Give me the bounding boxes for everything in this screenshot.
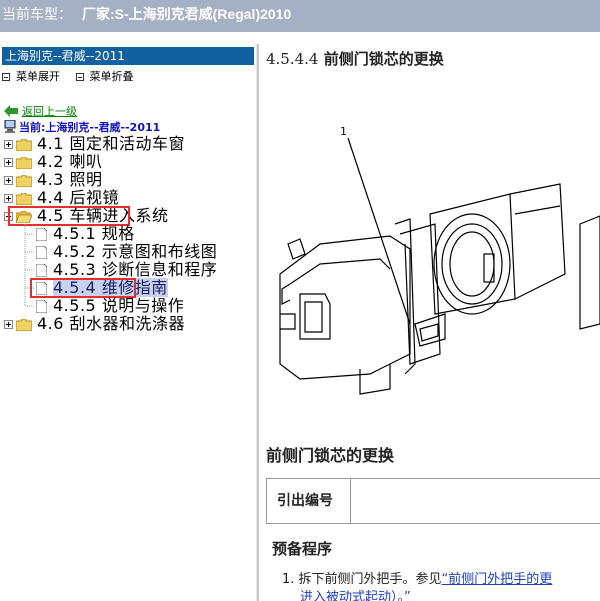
current-label: 当前:上海别克--君威--2011 — [19, 121, 161, 134]
window-titlebar: 当前车型： 厂家:S-上海别克君威(Regal)2010 — [0, 0, 600, 32]
preparation-title: 预备程序 — [272, 540, 333, 558]
folder-icon — [16, 157, 32, 169]
table-header-callout: 引出编号 — [267, 479, 351, 523]
current-node: 当前:上海别克--君威--2011 — [4, 118, 160, 134]
tree-item-label: 4.5.3 诊断信息和程序 — [53, 260, 218, 279]
section-title: 前侧门锁芯的更换 — [266, 446, 395, 465]
expand-all-label: 菜单展开 — [16, 70, 60, 83]
back-arrow-icon — [4, 105, 18, 117]
tree-item-4-6[interactable]: 4.6 刮水器和洗涤器 — [4, 316, 185, 332]
highlight-box — [8, 206, 130, 226]
expand-toggle-icon[interactable] — [4, 140, 13, 149]
model-maker: 厂家:S-上海别克君威(Regal)2010 — [82, 6, 292, 22]
tree-item-label: 4.5.5 说明与操作 — [53, 296, 185, 315]
document-icon — [36, 300, 47, 313]
step-1-link-continuation[interactable]: 进入被动式起动）。” — [300, 586, 411, 601]
heading-text: 前侧门锁芯的更换 — [323, 50, 444, 68]
expand-toggle-icon[interactable] — [4, 158, 13, 167]
back-link[interactable]: 返回上一级 — [22, 105, 77, 118]
document-icon — [36, 228, 47, 241]
highlight-box — [30, 278, 136, 298]
step-1-link[interactable]: “前侧门外把手的更 — [442, 572, 553, 587]
tree-item-4-5-3[interactable]: 4.5.3 诊断信息和程序 — [36, 262, 217, 278]
collapse-all-label: 菜单折叠 — [89, 70, 134, 83]
tree-item-4-3[interactable]: 4.3 照明 — [4, 172, 103, 188]
sidebar-header: 上海别克--君威--2011 — [2, 47, 254, 65]
back-link-row[interactable]: 返回上一级 — [4, 102, 77, 118]
tree-item-4-5-2[interactable]: 4.5.2 示意图和布线图 — [36, 244, 217, 260]
document-icon — [36, 264, 47, 277]
collapse-all-button[interactable]: 菜单折叠 — [75, 70, 134, 83]
tree-item-label: 4.3 照明 — [37, 170, 103, 189]
expand-collapse-bar: 菜单展开 菜单折叠 — [2, 68, 146, 84]
document-icon — [36, 246, 47, 259]
heading-number: 4.5.4.4 — [266, 50, 319, 68]
step-1-text: 1. 拆下前侧门外把手。参见 — [282, 572, 442, 587]
expand-toggle-icon[interactable] — [4, 176, 13, 185]
tree-item-label: 4.5.2 示意图和布线图 — [53, 242, 218, 261]
figure-callout-1: 1 — [340, 125, 347, 138]
step-1: 1. 拆下前侧门外把手。参见“前侧门外把手的更 — [282, 568, 552, 587]
tree-item-label: 4.2 喇叭 — [37, 152, 103, 171]
tree-item-label: 4.5.1 规格 — [53, 224, 135, 243]
folder-icon — [16, 139, 32, 151]
tree-item-4-1[interactable]: 4.1 固定和活动车窗 — [4, 136, 185, 152]
tree-item-4-5-5[interactable]: 4.5.5 说明与操作 — [36, 298, 184, 314]
tree-item-4-5-1[interactable]: 4.5.1 规格 — [36, 226, 135, 242]
tree-item-4-2[interactable]: 4.2 喇叭 — [4, 154, 103, 170]
callout-table: 引出编号 — [266, 478, 600, 524]
page-title: 4.5.4.4 前侧门锁芯的更换 — [266, 48, 444, 69]
model-prefix: 当前车型： — [2, 7, 72, 23]
expand-toggle-icon[interactable] — [4, 320, 13, 329]
tree-item-label: 4.4 后视镜 — [37, 188, 120, 207]
tree-item-label: 4.6 刮水器和洗涤器 — [37, 314, 186, 333]
content-pane: 4.5.4.4 前侧门锁芯的更换 1 前侧门锁芯的更换 引出编号 预备程序 1.… — [260, 44, 600, 601]
menu-icon — [75, 73, 84, 81]
lock-cylinder-figure — [279, 137, 600, 395]
tree-item-label: 4.1 固定和活动车窗 — [37, 134, 186, 153]
folder-icon — [16, 319, 32, 331]
menu-icon — [2, 73, 10, 81]
expand-all-button[interactable]: 菜单展开 — [2, 70, 60, 83]
folder-icon — [16, 193, 32, 205]
pane-splitter[interactable] — [256, 44, 259, 601]
tree-item-4-4[interactable]: 4.4 后视镜 — [4, 190, 119, 206]
folder-icon — [16, 175, 32, 187]
computer-icon — [4, 120, 16, 133]
expand-toggle-icon[interactable] — [4, 194, 13, 203]
